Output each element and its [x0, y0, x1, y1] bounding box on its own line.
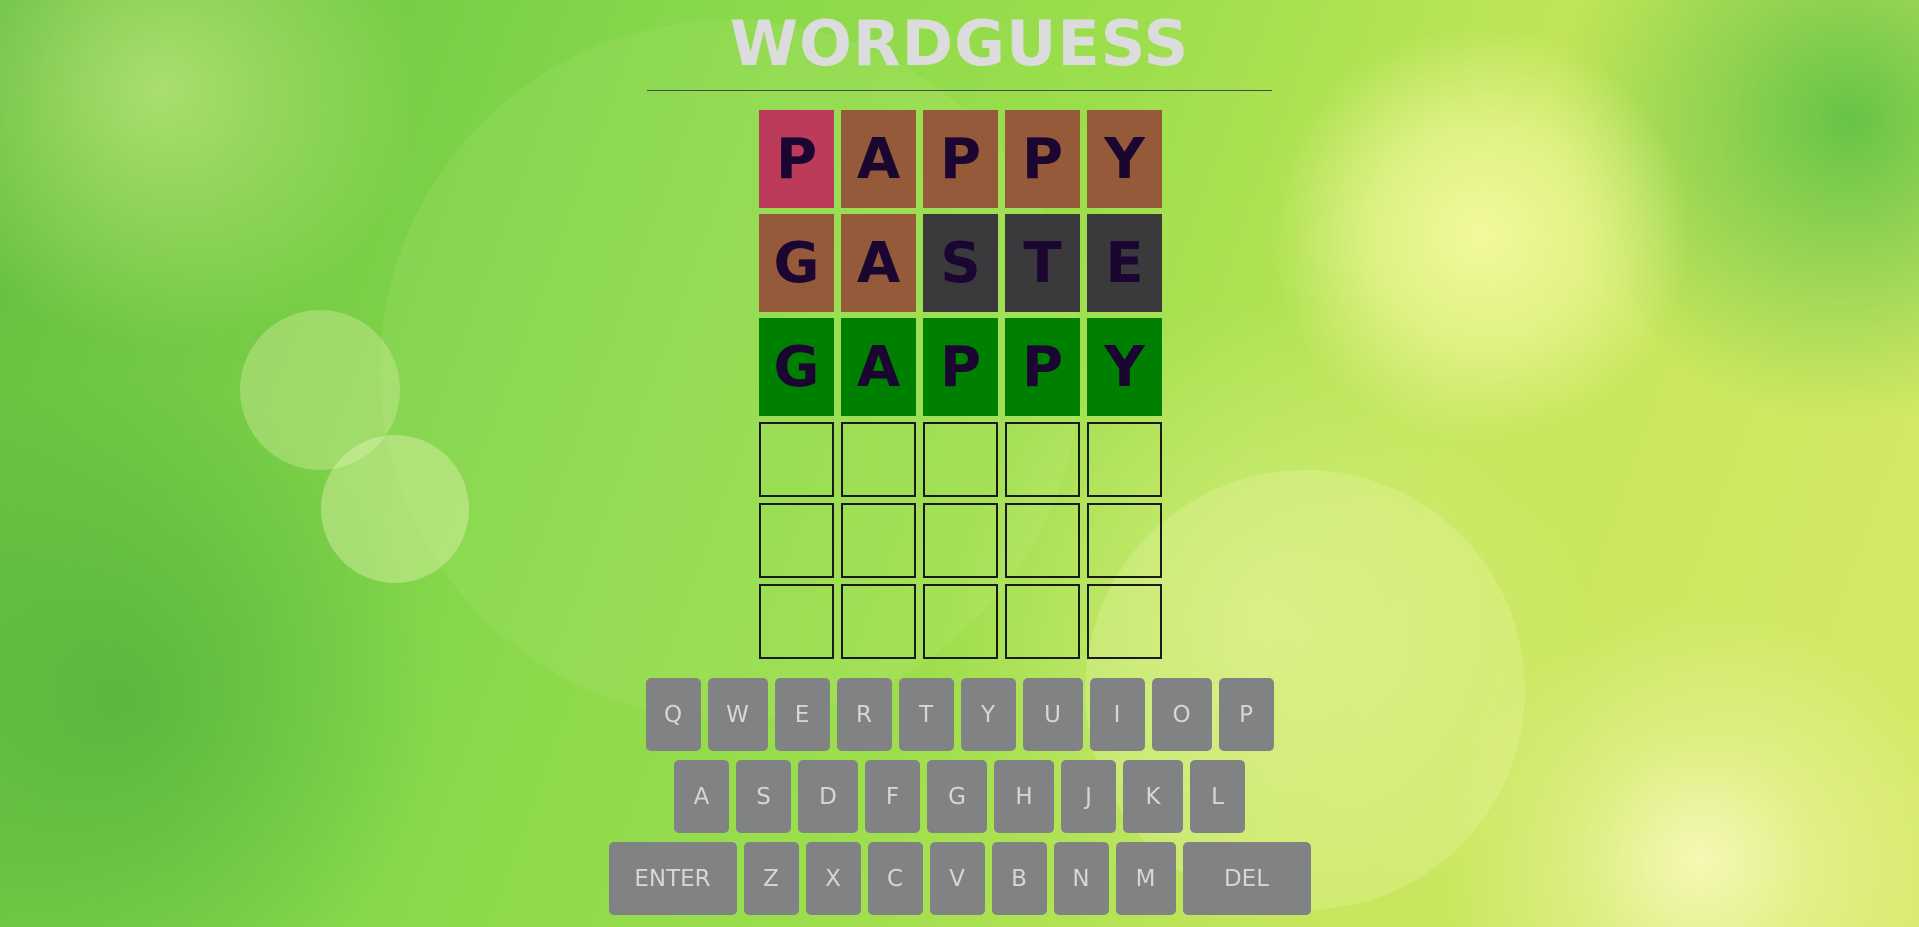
empty-tile — [923, 584, 998, 659]
key-t[interactable]: T — [898, 678, 954, 751]
key-s[interactable]: S — [736, 760, 791, 833]
key-d[interactable]: D — [798, 760, 858, 833]
empty-tile — [841, 422, 916, 497]
del-key[interactable]: DEL — [1182, 842, 1311, 915]
keyboard-row: QWERTYUIOP — [0, 678, 1919, 751]
empty-tile — [1087, 584, 1162, 659]
enter-key[interactable]: ENTER — [608, 842, 737, 915]
key-k[interactable]: K — [1123, 760, 1183, 833]
key-b[interactable]: B — [991, 842, 1047, 915]
board-row: PAPPY — [759, 110, 1162, 208]
key-c[interactable]: C — [867, 842, 923, 915]
board-row: GASTE — [759, 214, 1162, 312]
background-bokeh — [321, 435, 469, 583]
empty-tile — [759, 503, 834, 578]
background-bokeh — [240, 310, 400, 470]
empty-tile — [923, 422, 998, 497]
key-g[interactable]: G — [927, 760, 987, 833]
empty-tile — [759, 422, 834, 497]
key-m[interactable]: M — [1115, 842, 1176, 915]
key-q[interactable]: Q — [645, 678, 701, 751]
empty-tile — [759, 584, 834, 659]
keyboard-row: ENTER Z X C V B N M DEL — [0, 842, 1919, 915]
empty-tile — [1005, 584, 1080, 659]
keyboard-row: ASDFGHJKL — [0, 760, 1919, 833]
key-v[interactable]: V — [929, 842, 985, 915]
letter-tile-correct: G — [759, 318, 834, 416]
letter-tile-present: Y — [1087, 110, 1162, 208]
board-row — [759, 584, 1162, 659]
key-f[interactable]: F — [865, 760, 920, 833]
key-u[interactable]: U — [1022, 678, 1083, 751]
key-e[interactable]: E — [774, 678, 830, 751]
key-x[interactable]: X — [805, 842, 861, 915]
letter-tile-present: P — [1005, 110, 1080, 208]
empty-tile — [1087, 422, 1162, 497]
letter-tile-correct: Y — [1087, 318, 1162, 416]
key-o[interactable]: O — [1151, 678, 1212, 751]
board-row — [759, 422, 1162, 497]
empty-tile — [1005, 422, 1080, 497]
letter-tile-correct: P — [1005, 318, 1080, 416]
empty-tile — [841, 503, 916, 578]
letter-tile-present: A — [841, 214, 916, 312]
key-r[interactable]: R — [836, 678, 892, 751]
key-z[interactable]: Z — [743, 842, 799, 915]
key-j[interactable]: J — [1061, 760, 1116, 833]
empty-tile — [1005, 503, 1080, 578]
letter-tile-correct: P — [923, 318, 998, 416]
empty-tile — [923, 503, 998, 578]
key-i[interactable]: I — [1089, 678, 1145, 751]
letter-tile-present: P — [923, 110, 998, 208]
letter-tile-present: A — [841, 110, 916, 208]
on-screen-keyboard: Q W E R T Y U I O P A S D F G H J K L ENTER Z X C V B N M DEL — [0, 678, 1919, 924]
empty-tile — [841, 584, 916, 659]
empty-tile — [1087, 503, 1162, 578]
board-row — [759, 503, 1162, 578]
key-h[interactable]: H — [994, 760, 1054, 833]
letter-tile-highlight: P — [759, 110, 834, 208]
letter-tile-present: G — [759, 214, 834, 312]
key-a[interactable]: A — [674, 760, 729, 833]
board-row: GAPPY — [759, 318, 1162, 416]
letter-tile-absent: T — [1005, 214, 1080, 312]
key-p[interactable]: P — [1218, 678, 1274, 751]
key-n[interactable]: N — [1053, 842, 1109, 915]
title-divider — [647, 90, 1272, 91]
key-y[interactable]: Y — [960, 678, 1016, 751]
letter-tile-correct: A — [841, 318, 916, 416]
game-title: WORDGUESS — [729, 7, 1190, 80]
guess-board: PAPPYGASTEGAPPY — [759, 110, 1162, 665]
key-l[interactable]: L — [1190, 760, 1245, 833]
letter-tile-absent: S — [923, 214, 998, 312]
letter-tile-absent: E — [1087, 214, 1162, 312]
key-w[interactable]: W — [707, 678, 768, 751]
